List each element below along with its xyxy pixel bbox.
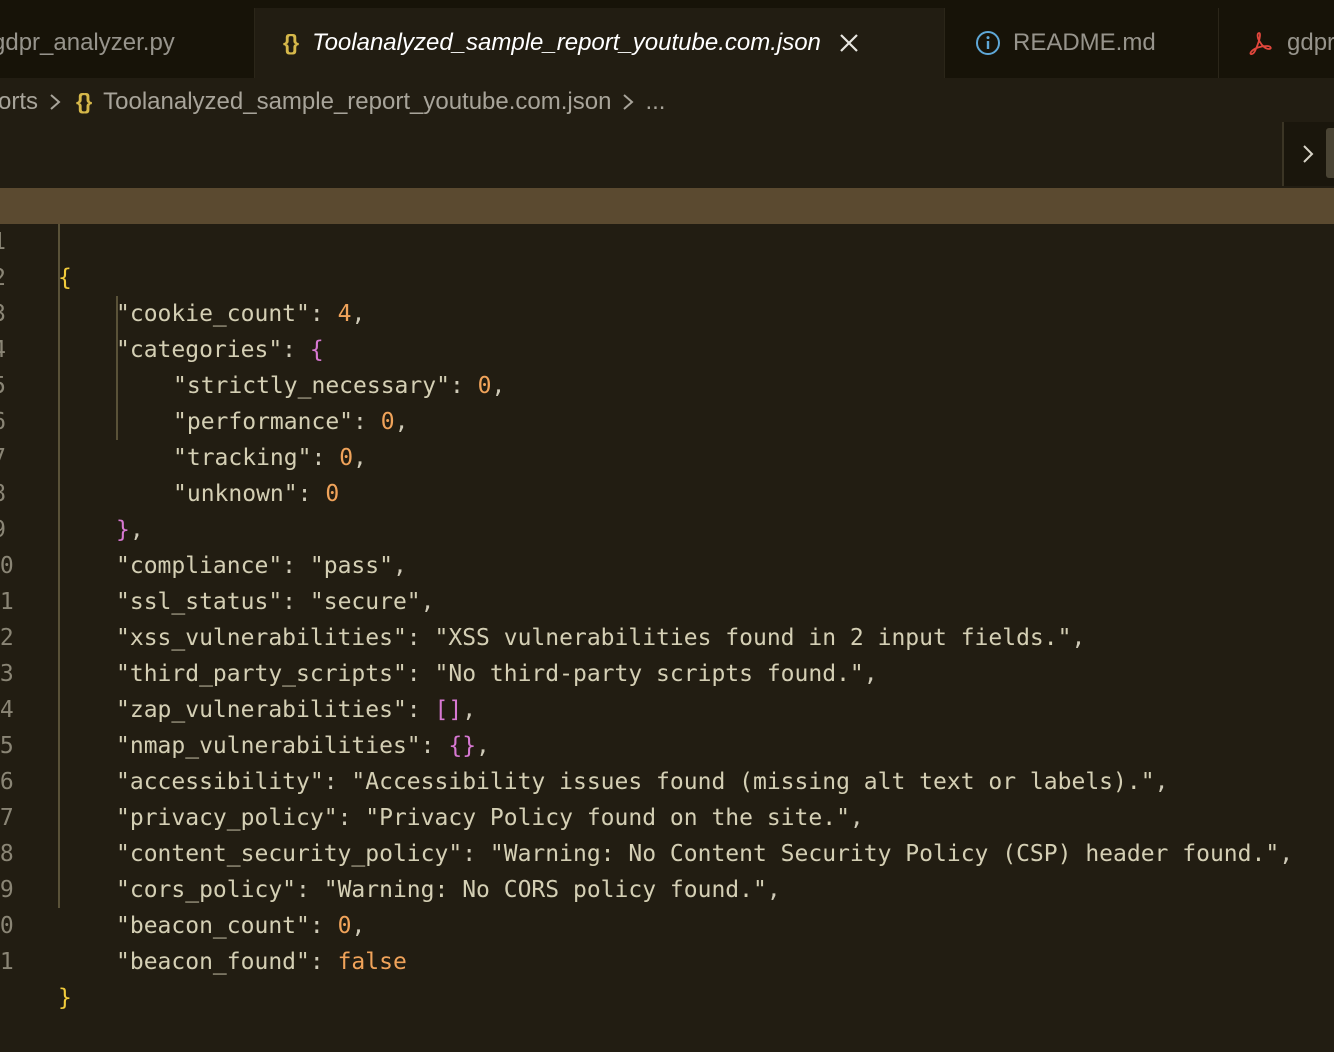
tab-label: gdpr: [1287, 29, 1334, 56]
tab-label: README.md: [1013, 29, 1156, 56]
scroll-thumb[interactable]: [1326, 128, 1334, 178]
panel-toggle-button[interactable]: [1282, 122, 1334, 186]
tab-gdpr-analyzer-py[interactable]: gdpr_analyzer.py: [0, 8, 255, 78]
code-line[interactable]: 18 "cors_policy": "Warning: No CORS poli…: [0, 800, 1334, 903]
tab-gdpr-pdf[interactable]: gdpr: [1219, 8, 1334, 78]
editor-tab-bar: gdpr_analyzer.py {} Toolanalyzed_sample_…: [0, 0, 1334, 78]
tab-readme-md[interactable]: README.md: [945, 8, 1219, 78]
chevron-right-icon: [617, 90, 639, 114]
json-key: "beacon_found": [116, 949, 310, 975]
breadcrumb-more[interactable]: ...: [645, 88, 665, 116]
breadcrumb-file[interactable]: Toolanalyzed_sample_report_youtube.com.j…: [103, 88, 611, 116]
code-line[interactable]: 21 }: [0, 908, 1334, 1011]
code-line[interactable]: 10 "ssl_status": "secure",: [0, 512, 1334, 615]
code-line[interactable]: 8 },: [0, 440, 1334, 543]
tab-label: Toolanalyzed_sample_report_youtube.com.j…: [312, 29, 821, 56]
code-line[interactable]: 14 "nmap_vulnerabilities": {},: [0, 656, 1334, 759]
code-line[interactable]: 5 "performance": 0,: [0, 332, 1334, 435]
code-editor[interactable]: 1 { 2 "cookie_count": 4, 3 "categories":…: [0, 188, 1334, 1011]
json-brace: }: [58, 985, 72, 1011]
chevron-right-icon: [1298, 142, 1318, 171]
code-line[interactable]: 4 "strictly_necessary": 0,: [0, 296, 1334, 399]
code-line[interactable]: 13 "zap_vulnerabilities": [],: [0, 620, 1334, 723]
code-line[interactable]: 16 "privacy_policy": "Privacy Policy fou…: [0, 728, 1334, 831]
breadcrumb: orts {} Toolanalyzed_sample_report_youtu…: [0, 80, 1334, 124]
code-line[interactable]: 1 {: [0, 188, 1334, 291]
code-line[interactable]: 20 "beacon_found": false: [0, 872, 1334, 975]
tab-label: gdpr_analyzer.py: [0, 29, 175, 56]
pdf-icon: [1247, 30, 1273, 56]
chevron-right-icon: [44, 90, 66, 114]
line-number: 21: [0, 949, 14, 975]
code-line[interactable]: 11 "xss_vulnerabilities": "XSS vulnerabi…: [0, 548, 1334, 651]
code-line[interactable]: 17 "content_security_policy": "Warning: …: [0, 764, 1334, 867]
json-value: false: [337, 949, 407, 975]
close-icon[interactable]: [837, 31, 861, 55]
json-braces-icon: {}: [283, 30, 299, 55]
info-icon: [975, 30, 1001, 56]
json-braces-icon: {}: [76, 89, 92, 114]
code-line[interactable]: 9 "compliance": "pass",: [0, 476, 1334, 579]
code-line[interactable]: 19 "beacon_count": 0,: [0, 836, 1334, 939]
code-line[interactable]: 6 "tracking": 0,: [0, 368, 1334, 471]
code-line[interactable]: 3 "categories": {: [0, 260, 1334, 363]
code-line[interactable]: 12 "third_party_scripts": "No third-part…: [0, 584, 1334, 687]
tab-json-report[interactable]: {} Toolanalyzed_sample_report_youtube.co…: [255, 8, 945, 78]
code-line[interactable]: 15 "accessibility": "Accessibility issue…: [0, 692, 1334, 795]
breadcrumb-folder[interactable]: orts: [0, 88, 38, 116]
code-line[interactable]: 7 "unknown": 0: [0, 404, 1334, 507]
code-line[interactable]: 2 "cookie_count": 4,: [0, 224, 1334, 327]
